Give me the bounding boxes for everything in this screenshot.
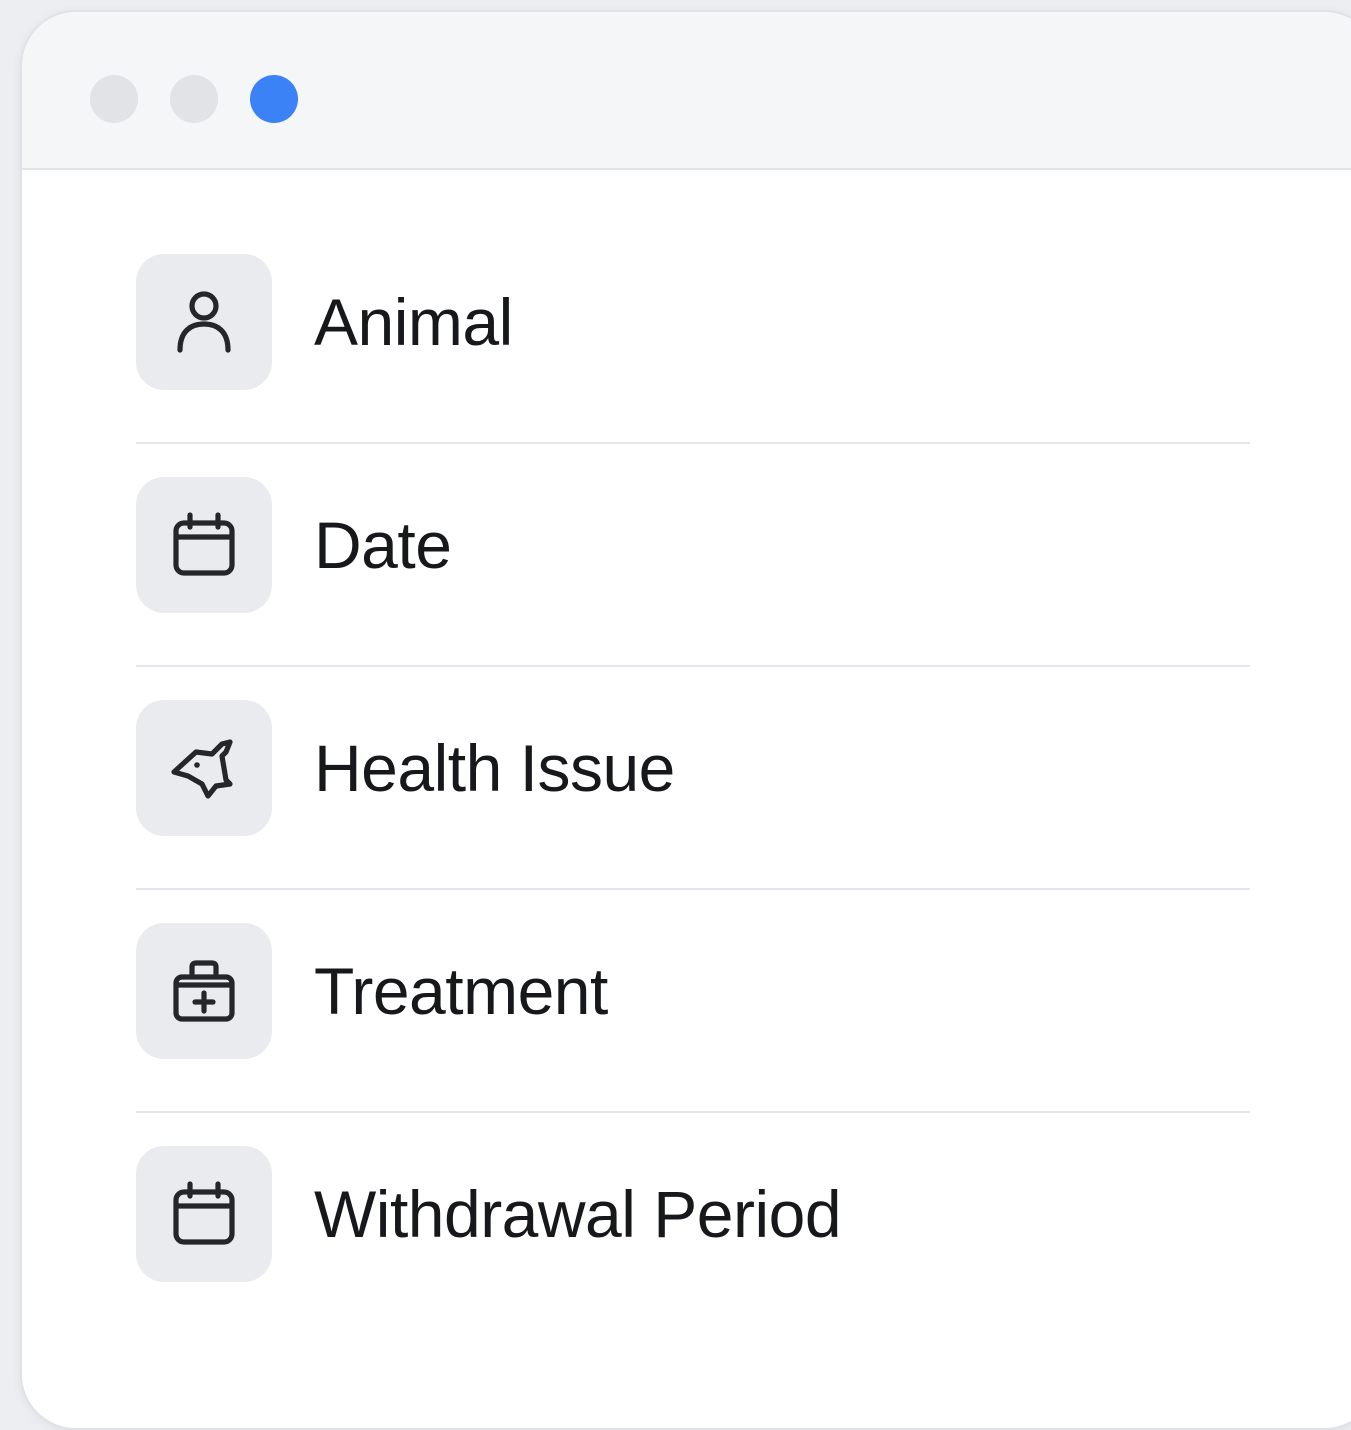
- window-control-active[interactable]: [250, 75, 298, 123]
- field-row-health-issue[interactable]: Health Issue: [136, 700, 1250, 836]
- calendar-icon: [136, 477, 272, 613]
- animal-head-icon: [136, 700, 272, 836]
- window-control-1[interactable]: [90, 75, 138, 123]
- title-bar: [22, 12, 1351, 170]
- field-list: Animal Date Health Issue Treatment Withd…: [22, 170, 1351, 1428]
- field-label: Withdrawal Period: [314, 1177, 842, 1251]
- field-row-animal[interactable]: Animal: [136, 254, 1250, 390]
- divider: [136, 442, 1250, 444]
- window-control-2[interactable]: [170, 75, 218, 123]
- divider: [136, 1111, 1250, 1113]
- user-icon: [136, 254, 272, 390]
- field-label: Date: [314, 508, 452, 582]
- medical-kit-icon: [136, 923, 272, 1059]
- field-label: Animal: [314, 285, 513, 359]
- app-window: Animal Date Health Issue Treatment Withd…: [20, 10, 1351, 1430]
- divider: [136, 888, 1250, 890]
- divider: [136, 665, 1250, 667]
- field-label: Treatment: [314, 954, 608, 1028]
- field-row-date[interactable]: Date: [136, 477, 1250, 613]
- calendar-icon: [136, 1146, 272, 1282]
- field-row-treatment[interactable]: Treatment: [136, 923, 1250, 1059]
- field-row-withdrawal-period[interactable]: Withdrawal Period: [136, 1146, 1250, 1282]
- field-label: Health Issue: [314, 731, 675, 805]
